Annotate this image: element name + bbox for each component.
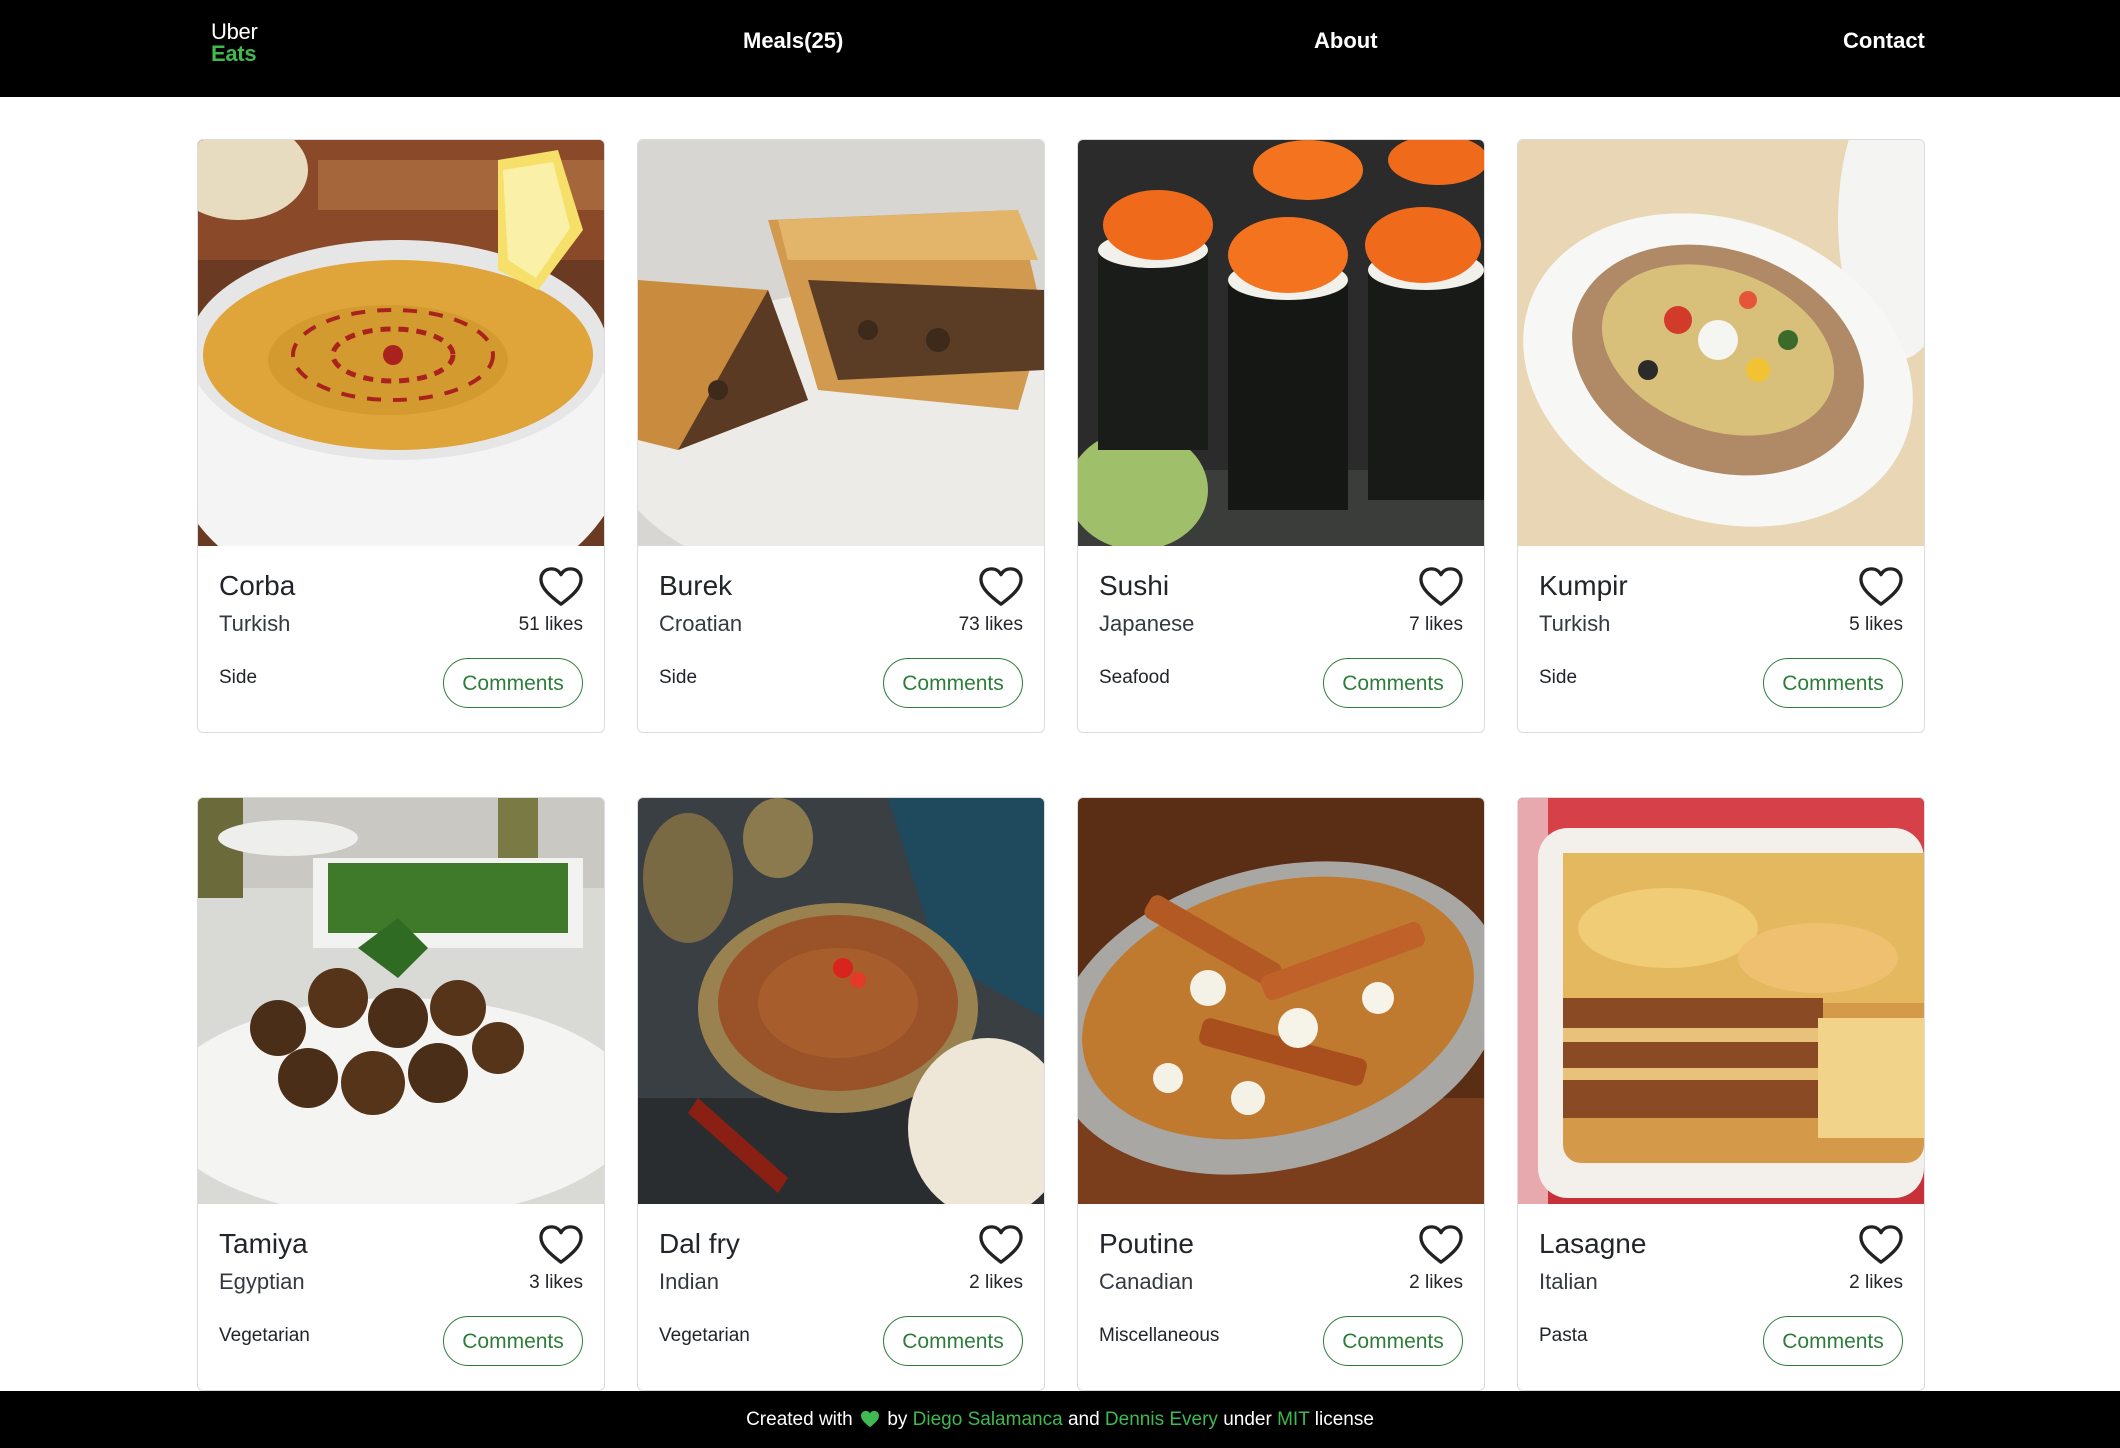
meal-name: Tamiya <box>219 1228 308 1259</box>
meal-category: Side <box>1539 667 1578 688</box>
heart-icon[interactable] <box>1418 1224 1464 1266</box>
navbar: Uber Eats Meals(25) About Contact <box>0 0 2120 97</box>
meal-category: Side <box>659 667 698 688</box>
heart-icon[interactable] <box>1858 566 1904 608</box>
card-body: Tamiya Egyptian Vegetarian 3 likes Comme… <box>198 1204 604 1390</box>
meal-category: Side <box>219 667 258 688</box>
card-body: Poutine Canadian Miscellaneous 2 likes C… <box>1078 1204 1484 1390</box>
meal-area: Croatian <box>659 611 743 636</box>
likes-count: 7 likes <box>1409 614 1463 635</box>
heart-icon[interactable] <box>1858 1224 1904 1266</box>
meal-card: Lasagne Italian Pasta 2 likes Comments <box>1517 797 1925 1391</box>
card-body: Sushi Japanese Seafood 7 likes Comments <box>1078 546 1484 732</box>
meal-card: Sushi Japanese Seafood 7 likes Comments <box>1077 139 1485 733</box>
meal-category: Pasta <box>1539 1325 1588 1346</box>
comments-button[interactable]: Comments <box>883 658 1023 708</box>
card-body: Dal fry Indian Vegetarian 2 likes Commen… <box>638 1204 1044 1390</box>
meal-area: Turkish <box>1539 611 1611 636</box>
comments-button[interactable]: Comments <box>1323 658 1463 708</box>
meal-area: Italian <box>1539 1269 1598 1294</box>
meal-name: Dal fry <box>659 1228 740 1259</box>
likes-count: 2 likes <box>1409 1272 1463 1293</box>
heart-icon[interactable] <box>538 1224 584 1266</box>
meal-image-burek <box>638 140 1044 546</box>
footer-license-word: license <box>1314 1409 1374 1430</box>
meal-area: Egyptian <box>219 1269 305 1294</box>
comments-button[interactable]: Comments <box>1763 1316 1903 1366</box>
meal-area: Canadian <box>1099 1269 1194 1294</box>
likes-count: 3 likes <box>529 1272 583 1293</box>
heart-icon[interactable] <box>538 566 584 608</box>
footer-by: by <box>887 1409 908 1430</box>
likes-count: 5 likes <box>1849 614 1903 635</box>
meal-name: Corba <box>219 570 296 601</box>
meal-card: Tamiya Egyptian Vegetarian 3 likes Comme… <box>197 797 605 1391</box>
footer: Created with by Diego Salamanca and Denn… <box>0 1391 2120 1448</box>
meal-image-kumpir <box>1518 140 1924 546</box>
meal-name: Poutine <box>1099 1228 1194 1259</box>
meal-name: Lasagne <box>1539 1228 1647 1259</box>
meal-image-lasagne <box>1518 798 1924 1204</box>
likes-count: 2 likes <box>1849 1272 1903 1293</box>
meal-grid: Corba Turkish Side 51 likes Comments Bur… <box>197 139 1925 1391</box>
footer-under: under <box>1223 1409 1272 1430</box>
meal-image-sushi <box>1078 140 1484 546</box>
nav-contact-link[interactable]: Contact <box>1843 28 1925 54</box>
comments-button[interactable]: Comments <box>1323 1316 1463 1366</box>
meal-area: Turkish <box>219 611 291 636</box>
author-link-dennis[interactable]: Dennis Every <box>1105 1409 1218 1430</box>
meal-name: Sushi <box>1099 570 1170 601</box>
meal-card: Poutine Canadian Miscellaneous 2 likes C… <box>1077 797 1485 1391</box>
card-body: Kumpir Turkish Side 5 likes Comments <box>1518 546 1924 732</box>
heart-icon[interactable] <box>978 1224 1024 1266</box>
meal-name: Kumpir <box>1539 570 1628 601</box>
meal-category: Seafood <box>1099 667 1170 688</box>
meal-category: Vegetarian <box>219 1325 310 1346</box>
meal-image-dal-fry <box>638 798 1044 1204</box>
footer-and: and <box>1067 1409 1100 1430</box>
heart-icon[interactable] <box>1418 566 1464 608</box>
likes-count: 73 likes <box>958 614 1023 635</box>
meal-category: Miscellaneous <box>1099 1325 1220 1346</box>
nav-meals-link[interactable]: Meals(25) <box>743 28 843 54</box>
author-link-diego[interactable]: Diego Salamanca <box>913 1409 1063 1430</box>
meal-image-poutine <box>1078 798 1484 1204</box>
meal-card: Burek Croatian Side 73 likes Comments <box>637 139 1045 733</box>
card-body: Burek Croatian Side 73 likes Comments <box>638 546 1044 732</box>
meal-image-corba <box>198 140 604 546</box>
comments-button[interactable]: Comments <box>443 1316 583 1366</box>
meal-area: Indian <box>659 1269 719 1294</box>
meal-image-tamiya <box>198 798 604 1204</box>
meal-category: Vegetarian <box>659 1325 750 1346</box>
nav-about-link[interactable]: About <box>1314 28 1378 54</box>
likes-count: 51 likes <box>518 614 583 635</box>
heart-icon[interactable] <box>978 566 1024 608</box>
comments-button[interactable]: Comments <box>1763 658 1903 708</box>
card-body: Lasagne Italian Pasta 2 likes Comments <box>1518 1204 1924 1390</box>
logo-uber-text: Uber <box>211 19 258 44</box>
meal-name: Burek <box>659 570 733 601</box>
license-link[interactable]: MIT <box>1277 1409 1309 1430</box>
meal-area: Japanese <box>1099 611 1195 636</box>
meal-card: Corba Turkish Side 51 likes Comments <box>197 139 605 733</box>
heart-icon <box>861 1410 880 1428</box>
uber-eats-logo[interactable]: Uber Eats <box>211 21 258 65</box>
logo-eats-text: Eats <box>211 41 257 66</box>
likes-count: 2 likes <box>969 1272 1023 1293</box>
card-body: Corba Turkish Side 51 likes Comments <box>198 546 604 732</box>
comments-button[interactable]: Comments <box>443 658 583 708</box>
comments-button[interactable]: Comments <box>883 1316 1023 1366</box>
meal-card: Dal fry Indian Vegetarian 2 likes Commen… <box>637 797 1045 1391</box>
meal-card: Kumpir Turkish Side 5 likes Comments <box>1517 139 1925 733</box>
footer-created-with: Created with <box>746 1409 853 1430</box>
